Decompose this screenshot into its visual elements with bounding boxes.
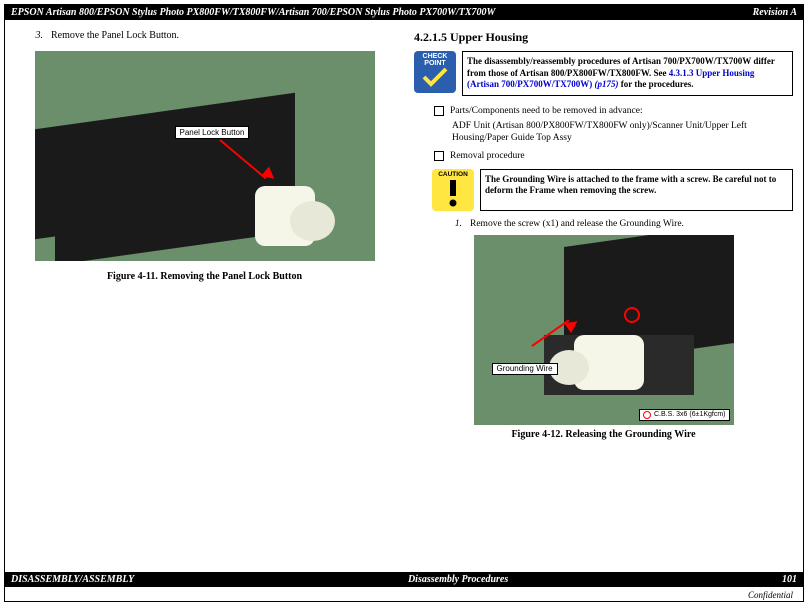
prereq-text: ADF Unit (Artisan 800/PX800FW/TX800FW on…	[452, 120, 793, 145]
figure-4-11: Panel Lock Button	[35, 51, 375, 261]
step-number: 3.	[25, 30, 43, 41]
confidential-label: Confidential	[748, 590, 793, 600]
callout-panel-lock: Panel Lock Button	[175, 126, 250, 139]
check-point-text: The disassembly/reassembly procedures of…	[462, 51, 793, 96]
page-frame: EPSON Artisan 800/EPSON Stylus Photo PX8…	[4, 4, 804, 602]
check-label-2: POINT	[414, 60, 456, 67]
screw-marker-icon	[624, 307, 640, 323]
prereq-label: Parts/Components need to be removed in a…	[450, 106, 643, 116]
exclamation-icon	[439, 178, 467, 208]
prereq-row: Parts/Components need to be removed in a…	[434, 106, 793, 116]
step-1-text: Remove the screw (x1) and release the Gr…	[470, 219, 684, 229]
step-3: 3. Remove the Panel Lock Button.	[25, 30, 394, 41]
check-point-box: CHECK POINT The disassembly/reassembly p…	[414, 51, 793, 96]
section-heading: 4.2.1.5 Upper Housing	[414, 30, 793, 45]
left-column: 3. Remove the Panel Lock Button. Panel L…	[15, 30, 394, 440]
footer-center: Disassembly Procedures	[408, 574, 508, 585]
step-1-number: 1.	[444, 219, 462, 229]
header-bar: EPSON Artisan 800/EPSON Stylus Photo PX8…	[5, 5, 803, 20]
checkmark-icon	[422, 67, 448, 87]
callout2-text: Grounding Wire	[497, 364, 553, 373]
footer-left: DISASSEMBLY/ASSEMBLY	[11, 574, 134, 585]
step-text: Remove the Panel Lock Button.	[51, 30, 179, 41]
callout-grounding-wire: Grounding Wire	[492, 363, 558, 375]
check-link-page[interactable]: (p175)	[592, 79, 618, 89]
header-title: EPSON Artisan 800/EPSON Stylus Photo PX8…	[11, 7, 495, 18]
content-area: 3. Remove the Panel Lock Button. Panel L…	[5, 20, 803, 450]
caution-badge: CAUTION	[432, 169, 474, 211]
procedure-row: Removal procedure	[434, 151, 793, 161]
cbs-text: C.B.S. 3x6 (6±1Kgfcm)	[654, 411, 726, 418]
figure-4-11-caption: Figure 4-11. Removing the Panel Lock But…	[15, 271, 394, 282]
caution-text: The Grounding Wire is attached to the fr…	[480, 169, 793, 211]
footer-page: 101	[782, 574, 797, 585]
procedure-label: Removal procedure	[450, 151, 525, 161]
checkbox-icon	[434, 151, 444, 161]
check-text-2: for the procedures.	[619, 79, 694, 89]
checkbox-icon	[434, 106, 444, 116]
figure-4-12-caption: Figure 4-12. Releasing the Grounding Wir…	[414, 429, 793, 440]
step-1: 1. Remove the screw (x1) and release the…	[444, 219, 793, 229]
cylinder-part	[290, 201, 335, 241]
header-revision: Revision A	[753, 7, 797, 18]
caution-label: CAUTION	[432, 171, 474, 178]
check-label-1: CHECK	[414, 53, 456, 60]
figure-4-12: Grounding Wire C.B.S. 3x6 (6±1Kgfcm)	[474, 235, 734, 425]
screw-legend-icon	[643, 411, 651, 419]
caution-box: CAUTION The Grounding Wire is attached t…	[432, 169, 793, 211]
check-point-badge: CHECK POINT	[414, 51, 456, 93]
cbs-spec-box: C.B.S. 3x6 (6±1Kgfcm)	[639, 409, 730, 421]
footer-bar: DISASSEMBLY/ASSEMBLY Disassembly Procedu…	[5, 572, 803, 587]
right-column: 4.2.1.5 Upper Housing CHECK POINT The di…	[414, 30, 793, 440]
